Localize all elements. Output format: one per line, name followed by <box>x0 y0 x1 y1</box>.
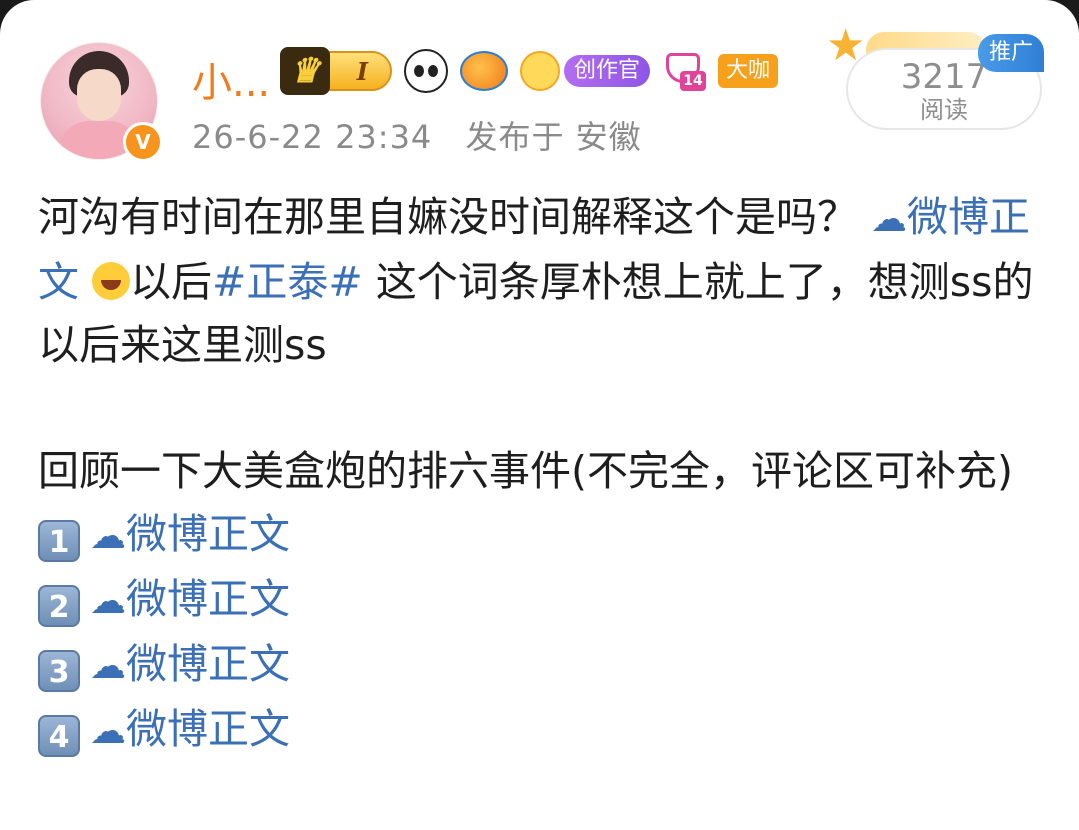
user-badges: ♛ I 创作官 14 大咖 <box>280 47 779 95</box>
creator-badge[interactable]: 创作官 <box>520 51 651 91</box>
fish-icon[interactable] <box>460 51 508 91</box>
tier-badge[interactable]: 大咖 <box>718 54 779 88</box>
cloud-link-icon: ☁ <box>90 581 126 622</box>
post-text: 河沟有时间在那里自嫲没时间解释这个是吗？ <box>38 193 858 241</box>
post-card: V 小... ♛ I 创作官 14 大咖 26-6-22 23:34 发布于 安… <box>0 0 1079 830</box>
gem-level: 14 <box>680 71 707 91</box>
cloud-link-icon: ☁ <box>90 711 126 752</box>
post-paragraph-2: 回顾一下大美盒炮的排六事件(不完全，评论区可补充) <box>38 447 1013 495</box>
list-item: 2 ☁微博正文 <box>38 568 1048 633</box>
weibo-link[interactable]: ☁微博正文 <box>90 640 290 688</box>
weibo-link[interactable]: ☁微博正文 <box>90 705 290 753</box>
post-paragraph-1: 河沟有时间在那里自嫲没时间解释这个是吗？ ☁微博正文 以后#正泰# 这个词条厚朴… <box>38 186 1048 377</box>
crown-icon: ♛ <box>280 47 330 95</box>
keycap-number-icon: 2 <box>38 585 80 627</box>
member-level-badge[interactable]: ♛ I <box>280 47 392 95</box>
keycap-number-icon: 1 <box>38 520 80 562</box>
creator-face-icon <box>520 51 560 91</box>
keycap-number-icon: 3 <box>38 650 80 692</box>
username[interactable]: 小... <box>192 50 270 108</box>
cloud-link-icon: ☁ <box>871 199 908 240</box>
post-text-later: 以后 <box>130 258 213 306</box>
weibo-link-label: 微博正文 <box>126 640 290 688</box>
cloud-link-icon: ☁ <box>90 516 126 557</box>
verified-icon: V <box>123 122 163 162</box>
creator-label: 创作官 <box>564 55 651 87</box>
avatar-face <box>77 69 121 121</box>
cloud-link-icon: ☁ <box>90 646 126 687</box>
gem-icon[interactable]: 14 <box>662 51 707 91</box>
weibo-link[interactable]: ☁微博正文 <box>90 510 290 558</box>
weibo-link-label: 微博正文 <box>126 705 290 753</box>
post-location: 发布于 安徽 <box>465 118 642 156</box>
post-meta: 26-6-22 23:34 发布于 安徽 <box>192 112 642 158</box>
weibo-link-label: 微博正文 <box>126 575 290 623</box>
list-item: 3 ☁微博正文 <box>38 633 1048 698</box>
weibo-link-label: 微博正文 <box>126 510 290 558</box>
keycap-number-icon: 4 <box>38 715 80 757</box>
list-item: 1 ☁微博正文 <box>38 503 1048 568</box>
hashtag-link[interactable]: #正泰# <box>212 258 363 306</box>
panda-icon[interactable] <box>404 49 448 93</box>
read-label: 阅读 <box>920 96 968 124</box>
weibo-link[interactable]: ☁微博正文 <box>90 575 290 623</box>
member-level-label: I <box>356 56 368 86</box>
laughing-emoji-icon <box>92 262 131 300</box>
promo-button[interactable]: 推广 <box>978 34 1044 72</box>
list-item: 4 ☁微博正文 <box>38 698 1048 763</box>
post-timestamp: 26-6-22 23:34 <box>192 118 433 156</box>
post-body: 河沟有时间在那里自嫲没时间解释这个是吗？ ☁微博正文 以后#正泰# 这个词条厚朴… <box>38 186 1048 763</box>
